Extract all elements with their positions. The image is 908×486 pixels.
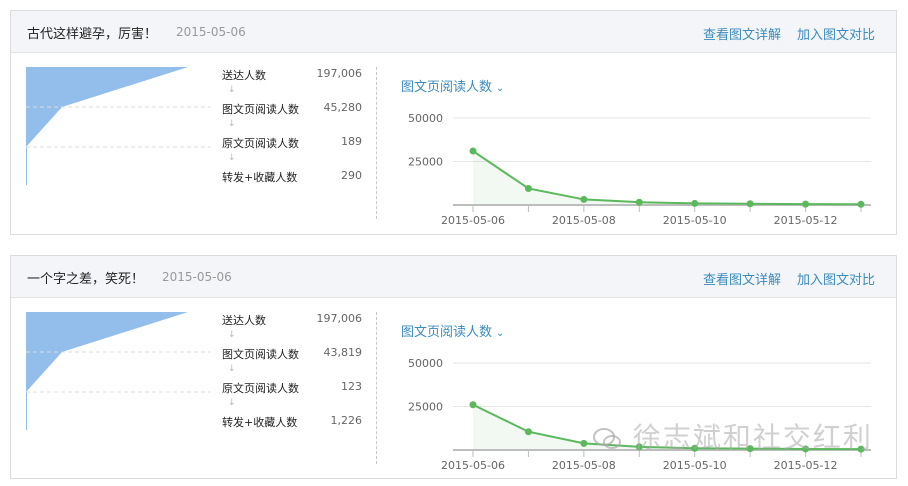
funnel-stage: 图文页阅读人数 45,280 (222, 101, 362, 117)
funnel-stage: 转发+收藏人数 290 (222, 169, 362, 185)
article-card: 古代这样避孕，厉害！ 2015-05-06 查看图文详解 加入图文对比 送达人数… (10, 10, 897, 235)
down-arrow-icon: ↓ (228, 364, 236, 374)
funnel-graphic (26, 67, 211, 185)
funnel-stage-label: 原文页阅读人数 (222, 382, 299, 395)
funnel-stage: 图文页阅读人数 43,819 (222, 346, 362, 362)
funnel-stage-label: 图文页阅读人数 (222, 103, 299, 116)
data-point (746, 200, 754, 208)
article-title: 古代这样避孕，厉害！ (27, 27, 158, 42)
section-divider (376, 312, 377, 464)
add-compare-link[interactable]: 加入图文对比 (797, 24, 875, 43)
x-tick-label: 2015-05-06 (441, 459, 505, 472)
funnel-graphic (26, 312, 211, 430)
data-point (524, 428, 532, 436)
funnel-stage-value: 290 (341, 169, 362, 182)
funnel-stage-label: 原文页阅读人数 (222, 137, 299, 150)
x-tick-label: 2015-05-12 (774, 214, 838, 227)
data-point (802, 200, 810, 208)
reads-line-chart: 50000 25000 2015-05-06 2015-05-08 2015-05-10… (408, 112, 871, 227)
funnel-stage-value: 189 (341, 135, 362, 148)
down-arrow-icon: ↓ (228, 85, 236, 95)
x-tick-label: 2015-05-12 (774, 459, 838, 472)
funnel-stage-label: 转发+收藏人数 (222, 171, 298, 184)
data-point (635, 198, 643, 206)
funnel-stage: 送达人数 197,006 (222, 67, 362, 83)
y-tick-label: 25000 (408, 401, 443, 414)
article-title: 一个字之差，笑死！ (27, 272, 145, 287)
down-arrow-icon: ↓ (228, 398, 236, 408)
article-date: 2015-05-06 (176, 25, 246, 39)
chevron-down-icon: ⌄ (496, 328, 505, 339)
series-area (473, 151, 861, 205)
card-header: 一个字之差，笑死！ 2015-05-06 查看图文详解 加入图文对比 (11, 256, 896, 298)
reads-line-chart: 50000 25000 2015-05-06 2015-05-08 2015-05-10… (408, 357, 871, 472)
metric-dropdown-label: 图文页阅读人数 (401, 80, 493, 95)
funnel-stage: 转发+收藏人数 1,226 (222, 414, 362, 430)
funnel-stage-value: 123 (341, 380, 362, 393)
y-tick-label: 25000 (408, 156, 443, 169)
data-point (580, 195, 588, 203)
x-tick-label: 2015-05-08 (552, 459, 616, 472)
card-body: 送达人数 197,006 ↓ 图文页阅读人数 45,280 ↓ 原文页阅读人数 … (11, 53, 896, 234)
x-tick-label: 2015-05-08 (552, 214, 616, 227)
watermark: 徐志斌和社交红利 (592, 416, 873, 456)
down-arrow-icon: ↓ (228, 153, 236, 163)
watermark-text: 徐志斌和社交红利 (632, 421, 873, 454)
wechat-icon (593, 428, 621, 449)
metric-dropdown[interactable]: 图文页阅读人数 ⌄ (401, 321, 504, 340)
data-point (857, 200, 865, 208)
y-tick-label: 50000 (408, 112, 443, 125)
x-tick-label: 2015-05-06 (441, 214, 505, 227)
metric-dropdown[interactable]: 图文页阅读人数 ⌄ (401, 76, 504, 95)
down-arrow-icon: ↓ (228, 330, 236, 340)
data-point (524, 184, 532, 192)
metric-dropdown-label: 图文页阅读人数 (401, 325, 493, 340)
x-tick-label: 2015-05-10 (663, 214, 727, 227)
funnel-stage-value: 1,226 (330, 414, 363, 427)
funnel-stage-label: 图文页阅读人数 (222, 348, 299, 361)
data-point (469, 401, 477, 409)
funnel-stage: 原文页阅读人数 123 (222, 380, 362, 396)
funnel-stage-label: 转发+收藏人数 (222, 416, 298, 429)
view-detail-link[interactable]: 查看图文详解 (703, 24, 781, 43)
chevron-down-icon: ⌄ (496, 83, 505, 94)
funnel-stage: 送达人数 197,006 (222, 312, 362, 328)
funnel-stage-value: 45,280 (323, 101, 363, 114)
view-detail-link[interactable]: 查看图文详解 (703, 269, 781, 288)
down-arrow-icon: ↓ (228, 119, 236, 129)
x-tick-label: 2015-05-10 (663, 459, 727, 472)
section-divider (376, 67, 377, 219)
funnel-stage-value: 43,819 (323, 346, 363, 359)
funnel-stage-value: 197,006 (316, 312, 363, 325)
data-point (691, 199, 699, 207)
funnel-stage-label: 送达人数 (222, 314, 266, 327)
card-header: 古代这样避孕，厉害！ 2015-05-06 查看图文详解 加入图文对比 (11, 11, 896, 53)
funnel-stage: 原文页阅读人数 189 (222, 135, 362, 151)
y-tick-label: 50000 (408, 357, 443, 370)
add-compare-link[interactable]: 加入图文对比 (797, 269, 875, 288)
funnel-stage-label: 送达人数 (222, 69, 266, 82)
conversion-funnel: 送达人数 197,006 ↓ 图文页阅读人数 45,280 ↓ 原文页阅读人数 … (26, 67, 371, 189)
conversion-funnel: 送达人数 197,006 ↓ 图文页阅读人数 43,819 ↓ 原文页阅读人数 … (26, 312, 371, 434)
data-point (580, 439, 588, 447)
article-date: 2015-05-06 (162, 270, 232, 284)
funnel-stage-value: 197,006 (316, 67, 363, 80)
data-point (469, 147, 477, 155)
